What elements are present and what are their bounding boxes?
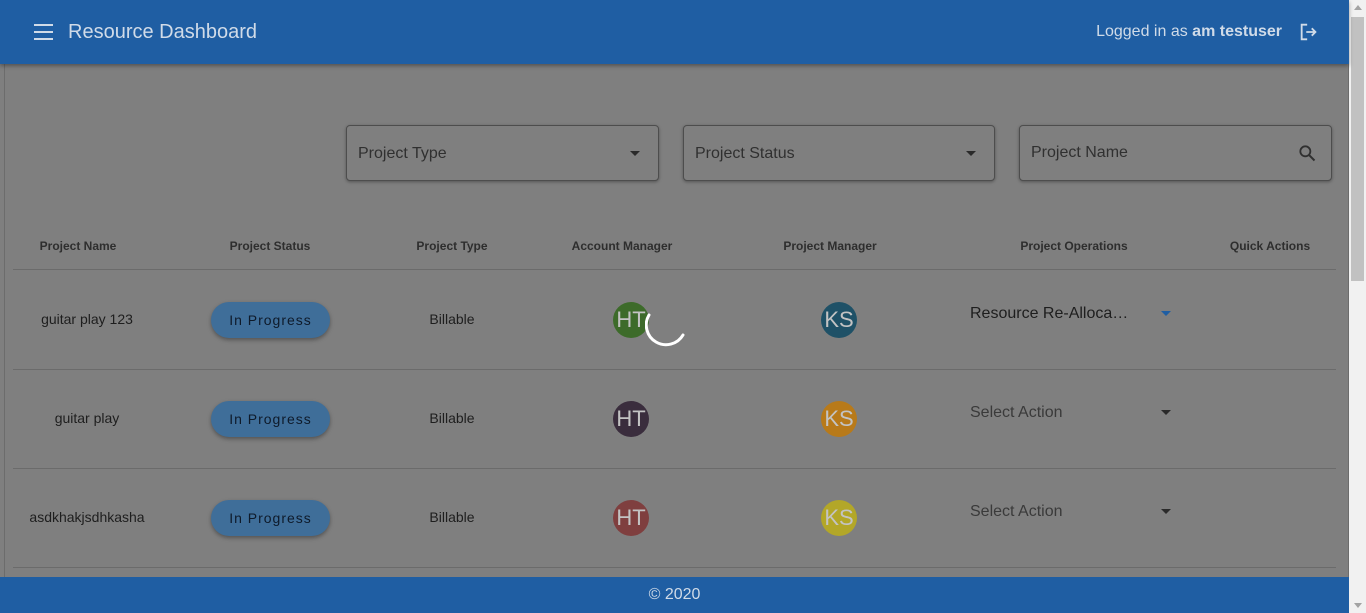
project-name-search-field[interactable]: [1019, 125, 1332, 181]
column-header-project-operations[interactable]: Project Operations: [1020, 239, 1127, 253]
project-operations-select[interactable]: Select Action: [970, 402, 1175, 426]
caret-down-icon: [1161, 311, 1171, 316]
scroll-up-arrow-icon[interactable]: [1354, 5, 1362, 10]
column-header-project-type[interactable]: Project Type: [416, 239, 487, 253]
row-divider: [13, 269, 1336, 270]
project-type-cell: Billable: [429, 311, 475, 327]
project-type-cell: Billable: [429, 509, 475, 525]
username: am testuser: [1192, 23, 1282, 40]
select-action-placeholder: Select Action: [970, 503, 1063, 520]
caret-down-icon: [1161, 509, 1171, 514]
account-manager-avatar[interactable]: HT: [613, 401, 649, 437]
project-type-cell: Billable: [429, 410, 475, 426]
footer: © 2020: [0, 577, 1349, 613]
logged-in-user: Logged in as am testuser: [1096, 22, 1282, 42]
project-name-cell: guitar play: [54, 410, 120, 426]
account-manager-avatar[interactable]: HT: [613, 302, 649, 338]
project-manager-avatar[interactable]: KS: [821, 302, 857, 338]
menu-icon[interactable]: [34, 24, 53, 40]
status-chip[interactable]: In Progress: [211, 302, 330, 338]
spinner-icon: [645, 313, 685, 347]
column-header-account-manager[interactable]: Account Manager: [572, 239, 673, 253]
scroll-thumb[interactable]: [1351, 17, 1364, 281]
project-operations-select[interactable]: Resource Re-Allocati...: [970, 303, 1175, 327]
caret-down-icon: [966, 151, 976, 156]
app-bar: Resource Dashboard Logged in as am testu…: [0, 0, 1349, 64]
project-status-label: Project Status: [695, 145, 795, 162]
project-operations-select[interactable]: Select Action: [970, 501, 1175, 525]
project-type-label: Project Type: [358, 145, 447, 162]
logged-in-prefix: Logged in as: [1096, 23, 1188, 40]
scroll-down-arrow-icon[interactable]: [1354, 603, 1362, 608]
copyright-text: © 2020: [648, 586, 701, 603]
column-header-project-name[interactable]: Project Name: [40, 239, 117, 253]
project-name-cell: guitar play 123: [41, 311, 133, 327]
row-divider: [13, 468, 1336, 469]
dashboard-content: Project Type Project Status Project Name…: [4, 64, 1349, 577]
selected-operation: Resource Re-Allocati...: [970, 305, 1130, 322]
project-manager-avatar[interactable]: KS: [821, 401, 857, 437]
status-chip[interactable]: In Progress: [211, 500, 330, 536]
column-header-project-status[interactable]: Project Status: [230, 239, 311, 253]
column-header-project-manager[interactable]: Project Manager: [783, 239, 876, 253]
column-header-quick-actions[interactable]: Quick Actions: [1230, 239, 1310, 253]
project-name-cell: asdkhakjsdhkasha: [29, 509, 145, 525]
project-status-select[interactable]: Project Status: [683, 125, 995, 181]
status-chip[interactable]: In Progress: [211, 401, 330, 437]
logout-icon[interactable]: [1298, 21, 1320, 43]
caret-down-icon: [1161, 410, 1171, 415]
row-divider: [13, 369, 1336, 370]
vertical-scrollbar[interactable]: [1349, 0, 1366, 613]
project-manager-avatar[interactable]: KS: [821, 500, 857, 536]
caret-down-icon: [630, 151, 640, 156]
row-divider: [13, 567, 1336, 568]
search-icon[interactable]: [1297, 143, 1317, 163]
select-action-placeholder: Select Action: [970, 404, 1063, 421]
project-name-input[interactable]: [1031, 141, 1281, 165]
account-manager-avatar[interactable]: HT: [613, 500, 649, 536]
project-type-select[interactable]: Project Type: [346, 125, 659, 181]
app-title: Resource Dashboard: [68, 21, 257, 43]
